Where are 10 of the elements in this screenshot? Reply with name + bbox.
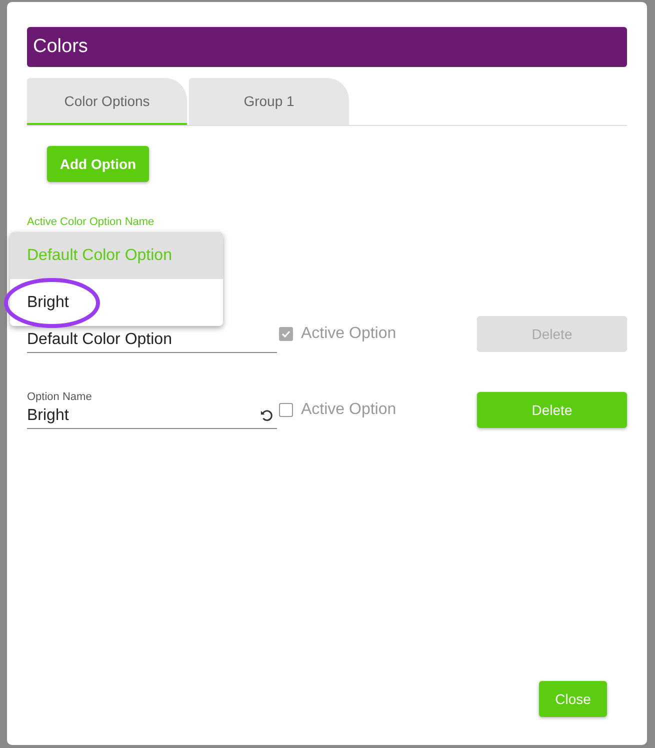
checkbox[interactable] xyxy=(279,403,293,417)
option-name-field[interactable]: Option Name Bright xyxy=(27,391,277,429)
field-label: Active Color Option Name xyxy=(27,216,154,228)
checkbox-label: Active Option xyxy=(301,401,396,419)
dialog-title: Colors xyxy=(27,27,627,67)
checkbox-label: Active Option xyxy=(301,325,396,343)
tab[interactable]: Color Options xyxy=(27,78,187,125)
checkmark-icon xyxy=(281,329,291,339)
undo-icon[interactable] xyxy=(260,409,273,422)
tab[interactable]: Group 1 xyxy=(189,78,349,125)
